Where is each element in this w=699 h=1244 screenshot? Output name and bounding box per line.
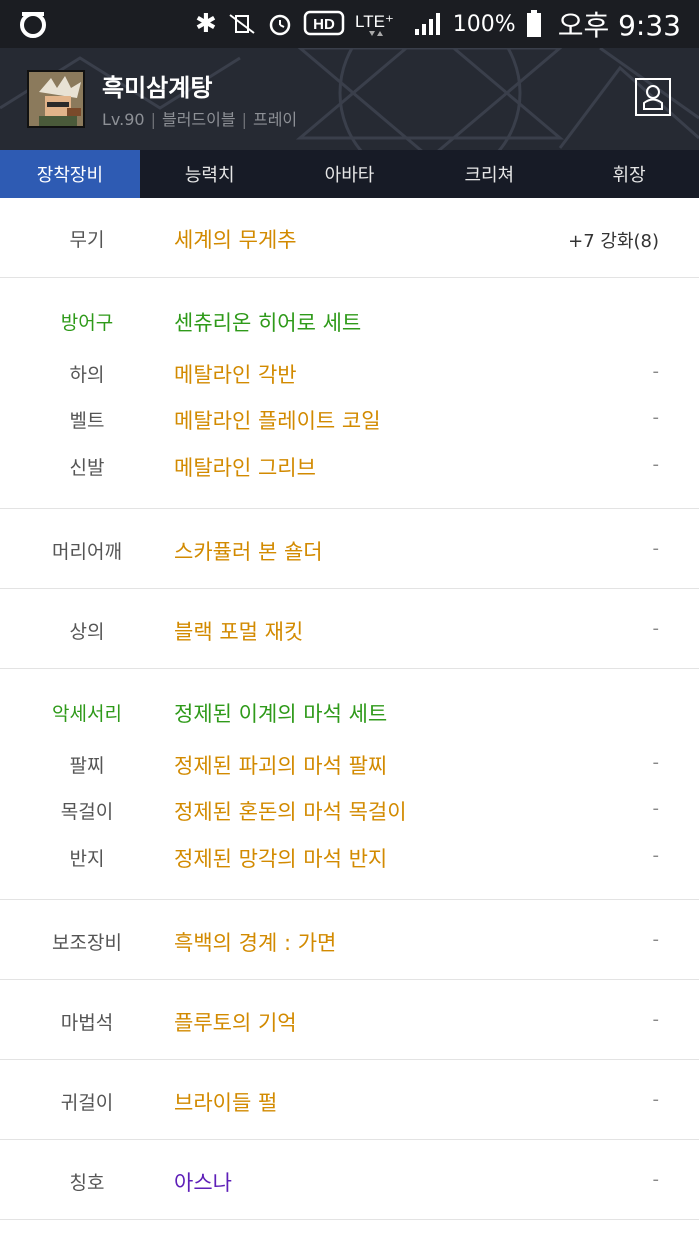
tab-emblem[interactable]: 휘장 — [559, 150, 699, 198]
bluetooth-icon: ✱ — [194, 9, 217, 39]
item-name: 메탈라인 플레이트 코일 — [174, 409, 381, 433]
enhance-value: +7 강화(8) — [568, 231, 659, 252]
slot-label: 칭호 — [69, 1172, 105, 1194]
item-value: - — [652, 798, 660, 819]
list-item-sub-equipment[interactable]: 보조장비 흑백의 경계 : 가면 - — [0, 900, 699, 980]
equipment-list: 무기 세계의 무게추 +7 강화(8) 방어구 센츄리온 히어로 세트 하의 메… — [0, 198, 699, 1220]
vibrate-mute-icon — [227, 12, 257, 36]
lte-icon: LTE⁺ — [355, 9, 403, 39]
clock: 오후 9:33 — [557, 9, 681, 42]
hd-voice-icon: HD — [303, 9, 345, 39]
app-logo-icon — [20, 12, 46, 38]
item-name: 블랙 포멀 재킷 — [174, 620, 304, 644]
item-value: - — [652, 407, 660, 428]
battery-icon — [526, 9, 542, 39]
item-name: 정제된 파괴의 마석 팔찌 — [174, 754, 388, 778]
list-item-magic-stone[interactable]: 마법석 플루토의 기억 - — [0, 980, 699, 1060]
slot-label: 상의 — [69, 621, 105, 643]
profile-button[interactable] — [635, 78, 671, 116]
slot-label: 벨트 — [69, 410, 105, 432]
set-name: 정제된 이계의 마석 세트 — [174, 702, 388, 726]
item-value: - — [652, 1009, 660, 1030]
tab-stats[interactable]: 능력치 — [140, 150, 280, 198]
list-item-title[interactable]: 칭호 아스나 - — [0, 1140, 699, 1220]
slot-label: 반지 — [69, 848, 105, 870]
accessory-section: 악세서리 정제된 이계의 마석 세트 팔찌 정제된 파괴의 마석 팔찌 - 목걸… — [0, 669, 699, 900]
slot-label: 목걸이 — [60, 801, 114, 823]
slot-label: 팔찌 — [69, 755, 105, 777]
character-class: 블러드이블 — [161, 110, 236, 129]
item-name: 아스나 — [174, 1171, 232, 1195]
signal-icon — [413, 11, 443, 37]
tab-equipment[interactable]: 장착장비 — [0, 150, 140, 198]
set-category-label: 방어구 — [60, 312, 114, 334]
list-item-shoulder[interactable]: 머리어깨 스카퓰러 본 숄더 - — [0, 509, 699, 589]
item-value: - — [652, 361, 660, 382]
item-value: - — [652, 454, 660, 475]
alarm-icon — [267, 11, 293, 37]
slot-label: 무기 — [69, 229, 105, 251]
slot-label: 마법석 — [60, 1012, 114, 1034]
item-name: 메탈라인 각반 — [174, 363, 297, 387]
svg-text:HD: HD — [313, 16, 335, 33]
character-avatar — [27, 70, 85, 128]
divider: | — [150, 110, 156, 129]
slot-label: 신발 — [69, 457, 105, 479]
item-name: 정제된 혼돈의 마석 목걸이 — [174, 800, 407, 824]
character-name: 흑미삼계탕 — [102, 74, 213, 102]
item-name: 플루토의 기억 — [174, 1011, 297, 1035]
item-value: - — [652, 1089, 660, 1110]
item-name: 스카퓰러 본 숄더 — [174, 540, 323, 564]
item-name: 세계의 무게추 — [174, 228, 297, 252]
armor-section: 방어구 센츄리온 히어로 세트 하의 메탈라인 각반 - 벨트 메탈라인 플레이… — [0, 278, 699, 509]
set-name: 센츄리온 히어로 세트 — [174, 311, 362, 335]
character-server: 프레이 — [252, 110, 298, 129]
tab-creature[interactable]: 크리쳐 — [419, 150, 559, 198]
item-name: 메탈라인 그리브 — [174, 456, 316, 480]
item-value: - — [652, 618, 660, 639]
slot-label: 하의 — [69, 364, 105, 386]
slot-label: 귀걸이 — [60, 1092, 114, 1114]
set-category-label: 악세서리 — [52, 703, 122, 725]
list-item-earring[interactable]: 귀걸이 브라이들 펄 - — [0, 1060, 699, 1140]
tab-avatar[interactable]: 아바타 — [280, 150, 420, 198]
item-value: - — [652, 752, 660, 773]
item-name: 정제된 망각의 마석 반지 — [174, 847, 388, 871]
slot-label: 보조장비 — [52, 932, 122, 954]
item-value: - — [652, 845, 660, 866]
character-info: Lv.90 | 블러드이블 | 프레이 — [102, 106, 297, 130]
item-value: - — [652, 929, 660, 950]
character-level: Lv.90 — [102, 110, 145, 129]
list-item-weapon[interactable]: 무기 세계의 무게추 +7 강화(8) — [0, 198, 699, 278]
item-name: 흑백의 경계 : 가면 — [174, 931, 337, 955]
item-value: - — [652, 538, 660, 559]
item-name: 브라이들 펄 — [174, 1091, 278, 1115]
profile-header: 흑미삼계탕 Lv.90 | 블러드이블 | 프레이 — [0, 48, 699, 150]
status-bar: ✱ HD LTE⁺ 100% 오후 9:33 — [0, 0, 699, 48]
divider: | — [241, 110, 247, 129]
battery-percent: 100% — [452, 11, 516, 37]
tab-bar: 장착장비 능력치 아바타 크리쳐 휘장 — [0, 150, 699, 198]
item-value: - — [652, 1169, 660, 1190]
slot-label: 머리어깨 — [52, 541, 122, 563]
svg-text:LTE⁺: LTE⁺ — [355, 12, 394, 31]
list-item-top[interactable]: 상의 블랙 포멀 재킷 - — [0, 589, 699, 669]
person-icon — [643, 85, 663, 110]
